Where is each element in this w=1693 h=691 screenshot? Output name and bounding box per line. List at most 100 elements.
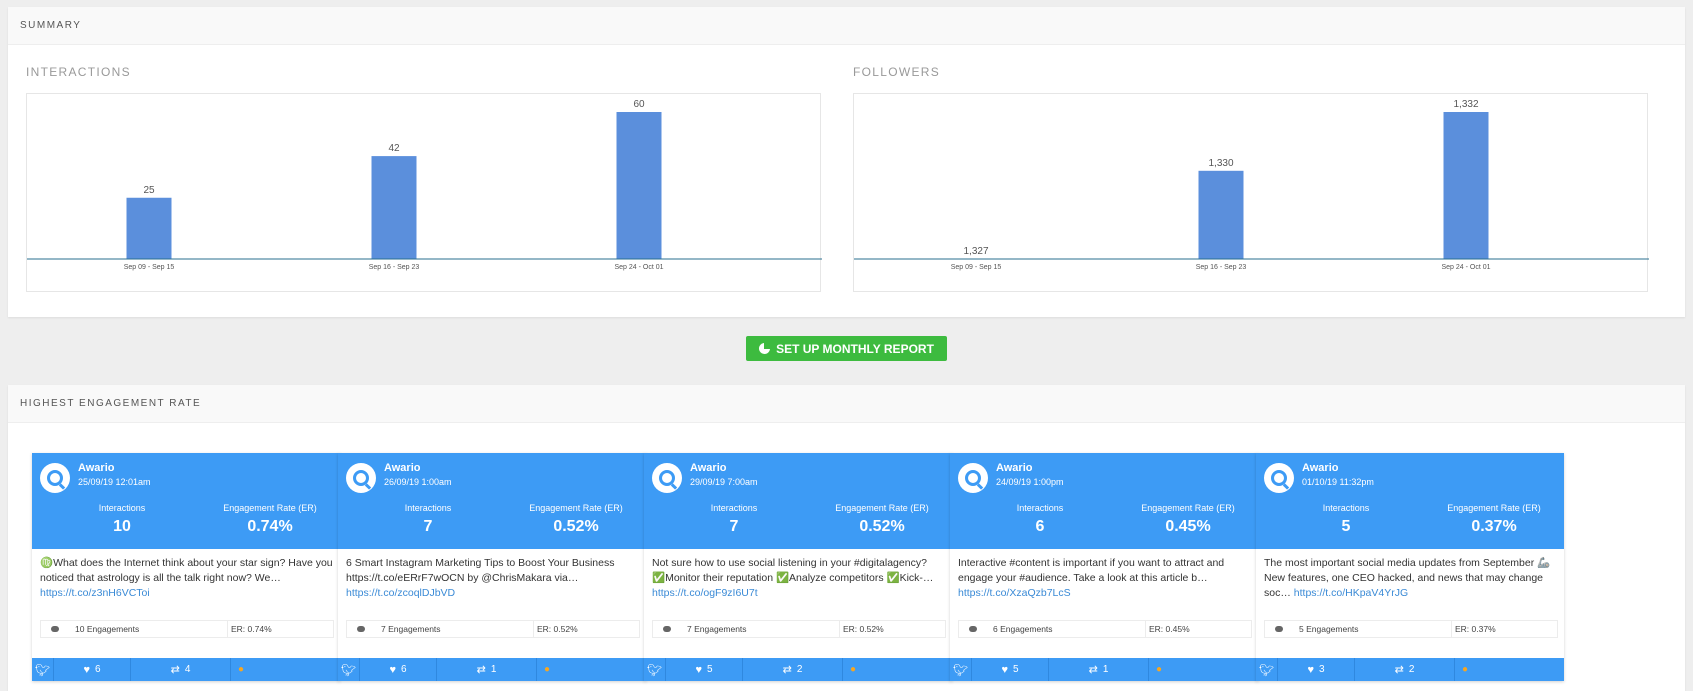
post-card[interactable]: Awario 25/09/19 12:01am Interactions Eng… (32, 453, 340, 681)
retweets-button[interactable]: ⇄ 2 (1355, 658, 1455, 681)
heart-icon: ♥ (1001, 663, 1008, 676)
tag-button[interactable]: ● (1455, 658, 1475, 681)
post-actions: 🐦︎ ♥ 6 ⇄ 1 ● (338, 658, 646, 681)
twitter-icon: 🐦︎ (340, 662, 357, 677)
er-label: Engagement Rate (ER) (223, 503, 317, 513)
engagements-count: 7 Engagements (687, 624, 747, 634)
post-card-header: Awario 26/09/19 1:00am Interactions Enga… (338, 453, 646, 549)
avatar[interactable] (40, 463, 70, 493)
tag-button[interactable]: ● (843, 658, 863, 681)
x-tick-label-1: Sep 16 - Sep 23 (1196, 264, 1247, 271)
post-actions: 🐦︎ ♥ 5 ⇄ 2 ● (644, 658, 952, 681)
engagement-panel: HIGHEST ENGAGEMENT RATE Awario 25/09/19 … (8, 385, 1685, 691)
post-actions: 🐦︎ ♥ 5 ⇄ 1 ● (950, 658, 1258, 681)
post-link[interactable]: https://t.co/HKpaV4YrJG (1294, 587, 1408, 599)
likes-button[interactable]: ♥ 5 (972, 658, 1049, 681)
tag-icon: ● (1155, 664, 1163, 675)
followers-chart-box: 1,327 Sep 09 - Sep 15 1,330 Sep 16 - Sep 23… (853, 93, 1649, 292)
post-text: The most important social media updates … (1264, 556, 1558, 602)
retweets-button[interactable]: ⇄ 4 (131, 658, 231, 681)
avatar[interactable] (1264, 463, 1294, 493)
likes-button[interactable]: ♥ 3 (1278, 658, 1355, 681)
bar-1 (371, 156, 417, 259)
likes-button[interactable]: ♥ 5 (666, 658, 743, 681)
bar-2 (616, 112, 662, 259)
retweets-button[interactable]: ⇄ 2 (743, 658, 843, 681)
data-label-2: 1,332 (1453, 99, 1478, 110)
comment-icon (663, 626, 671, 632)
er-value: 0.52% (553, 518, 599, 535)
post-card[interactable]: Awario 26/09/19 1:00am Interactions Enga… (338, 453, 646, 681)
tag-icon: ● (849, 664, 857, 675)
retweets-count: 2 (1408, 664, 1415, 675)
retweet-icon: ⇄ (1088, 664, 1098, 676)
er-label: Engagement Rate (ER) (1447, 503, 1541, 513)
report-button-label: SET UP MONTHLY REPORT (776, 341, 934, 356)
retweets-button[interactable]: ⇄ 1 (437, 658, 537, 681)
post-author[interactable]: Awario (690, 462, 726, 474)
post-link[interactable]: https://t.co/z3nH6VCToi (40, 587, 150, 599)
retweets-button[interactable]: ⇄ 1 (1049, 658, 1149, 681)
avatar[interactable] (652, 463, 682, 493)
twitter-link[interactable]: 🐦︎ (1256, 658, 1278, 681)
awario-logo-icon (659, 470, 675, 486)
post-link[interactable]: https://t.co/zcoqlDJbVD (346, 587, 455, 599)
data-label-1: 42 (388, 143, 400, 154)
post-text-body: Interactive #content is important if you… (958, 557, 1225, 584)
post-link[interactable]: https://t.co/XzaQzb7LcS (958, 587, 1071, 599)
post-author[interactable]: Awario (1302, 462, 1338, 474)
er-value: 0.74% (247, 518, 293, 535)
post-author[interactable]: Awario (78, 462, 114, 474)
avatar[interactable] (958, 463, 988, 493)
post-text: 6 Smart Instagram Marketing Tips to Boos… (346, 556, 640, 602)
post-text: Interactive #content is important if you… (958, 556, 1252, 602)
tag-button[interactable]: ● (231, 658, 251, 681)
post-card-header: Awario 29/09/19 7:00am Interactions Enga… (644, 453, 952, 549)
post-text-body: Not sure how to use social listening in … (652, 557, 934, 584)
tag-button[interactable]: ● (1149, 658, 1169, 681)
twitter-link[interactable]: 🐦︎ (950, 658, 972, 681)
engagements-count: 7 Engagements (381, 624, 441, 634)
x-tick-label-0: Sep 09 - Sep 15 (951, 264, 1002, 271)
tag-button[interactable]: ● (537, 658, 557, 681)
retweet-icon: ⇄ (782, 664, 792, 676)
post-actions: 🐦︎ ♥ 3 ⇄ 2 ● (1256, 658, 1564, 681)
er-meta: ER: 0.74% (227, 621, 272, 637)
post-author[interactable]: Awario (384, 462, 420, 474)
likes-count: 3 (1318, 664, 1325, 675)
interactions-value: 10 (113, 518, 131, 535)
engagement-cards: Awario 25/09/19 12:01am Interactions Eng… (32, 453, 1672, 683)
heart-icon: ♥ (83, 663, 90, 676)
retweets-count: 2 (796, 664, 803, 675)
post-author[interactable]: Awario (996, 462, 1032, 474)
post-card[interactable]: Awario 01/10/19 11:32pm Interactions Eng… (1256, 453, 1564, 681)
er-value: 0.45% (1165, 518, 1211, 535)
avatar[interactable] (346, 463, 376, 493)
interactions-value: 6 (1035, 518, 1045, 535)
er-value: 0.37% (1471, 518, 1517, 535)
post-meta: 7 Engagements ER: 0.52% (346, 620, 640, 638)
twitter-link[interactable]: 🐦︎ (338, 658, 360, 681)
post-card[interactable]: Awario 29/09/19 7:00am Interactions Enga… (644, 453, 952, 681)
likes-count: 6 (400, 664, 407, 675)
interactions-value: 7 (423, 518, 433, 535)
er-meta: ER: 0.37% (1451, 621, 1496, 637)
x-tick-label-2: Sep 24 - Oct 01 (1441, 264, 1490, 271)
twitter-link[interactable]: 🐦︎ (644, 658, 666, 681)
followers-chart-svg: 1,327 Sep 09 - Sep 15 1,330 Sep 16 - Sep 23… (854, 99, 1649, 271)
comment-icon (357, 626, 365, 632)
data-label-0: 25 (143, 185, 155, 196)
twitter-icon: 🐦︎ (34, 662, 51, 677)
heart-icon: ♥ (389, 663, 396, 676)
set-up-monthly-report-button[interactable]: SET UP MONTHLY REPORT (746, 336, 947, 361)
likes-button[interactable]: ♥ 6 (54, 658, 131, 681)
awario-logo-icon (965, 470, 981, 486)
twitter-link[interactable]: 🐦︎ (32, 658, 54, 681)
bar-2 (1443, 112, 1489, 259)
interactions-chart-title: INTERACTIONS (26, 65, 131, 79)
post-card[interactable]: Awario 24/09/19 1:00pm Interactions Enga… (950, 453, 1258, 681)
pie-chart-icon (759, 343, 771, 354)
post-link[interactable]: https://t.co/ogF9zI6U7t (652, 587, 758, 599)
likes-count: 5 (706, 664, 713, 675)
likes-button[interactable]: ♥ 6 (360, 658, 437, 681)
